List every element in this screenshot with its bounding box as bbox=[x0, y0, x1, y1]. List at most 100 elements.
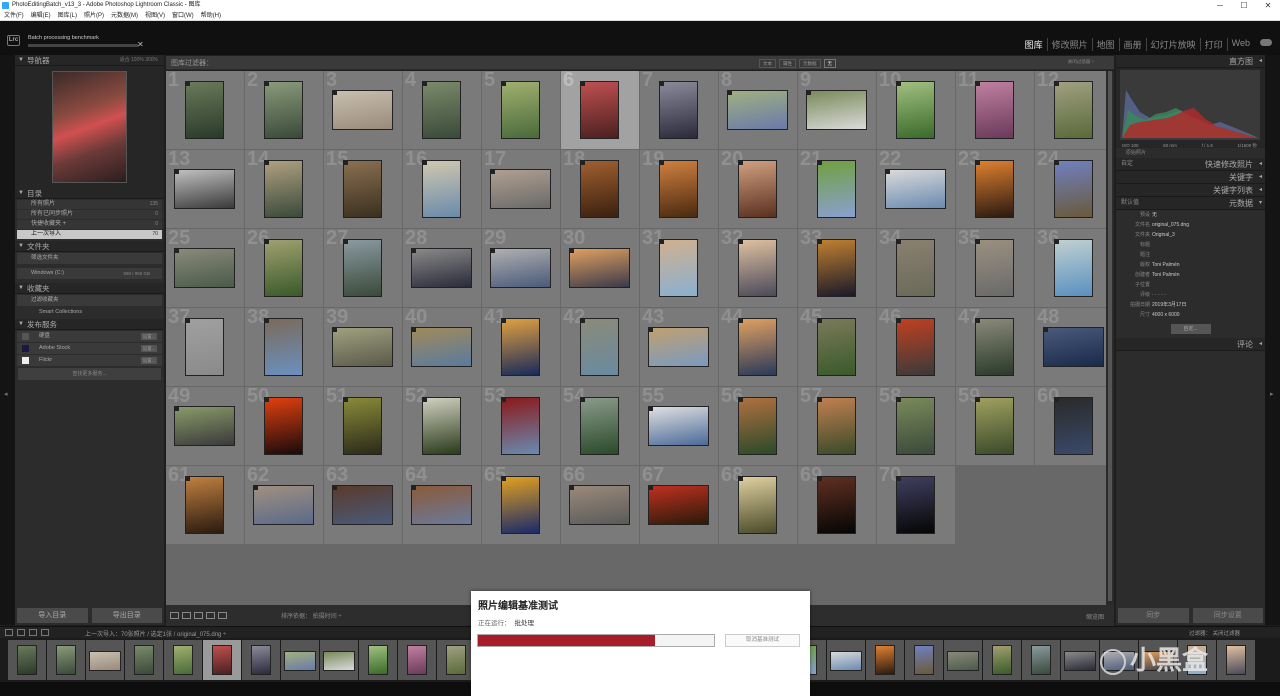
module-web[interactable]: Web bbox=[1228, 38, 1254, 51]
metadata-value[interactable]: · · · · · bbox=[1152, 292, 1166, 298]
histogram-header[interactable]: 直方图 ◂ bbox=[1116, 55, 1265, 68]
cloud-sync-icon[interactable] bbox=[1260, 39, 1272, 46]
filmstrip-source-info[interactable]: 上一次导入：70张照片 / 选定1张 / original_075.dng ÷ bbox=[85, 629, 226, 638]
grid-cell[interactable]: 27 bbox=[324, 229, 402, 307]
folder-filter-input[interactable]: 筛选文件夹 bbox=[17, 253, 162, 264]
grid-cell[interactable]: 54 bbox=[561, 387, 639, 465]
photo-thumbnail[interactable] bbox=[501, 318, 540, 376]
collapse-left-icon[interactable]: ◂ bbox=[4, 390, 8, 398]
menu-photo[interactable]: 照片(P) bbox=[84, 11, 104, 20]
sync-button[interactable]: 同步 bbox=[1118, 608, 1189, 623]
comments-header[interactable]: 评论 ◂ bbox=[1116, 338, 1265, 351]
grid-cell[interactable]: 69 bbox=[798, 466, 876, 544]
filmstrip-cell[interactable] bbox=[8, 640, 46, 680]
grid-cell[interactable]: 6 bbox=[561, 71, 639, 149]
setup-button[interactable]: 设置... bbox=[141, 333, 157, 340]
photo-thumbnail[interactable] bbox=[817, 476, 856, 534]
quick-develop-preset[interactable]: 自定 bbox=[1121, 158, 1133, 171]
photo-thumbnail[interactable] bbox=[727, 90, 788, 130]
grid-cell[interactable]: 68 bbox=[719, 466, 797, 544]
photo-thumbnail[interactable] bbox=[501, 476, 540, 534]
grid-cell[interactable]: 10 bbox=[877, 71, 955, 149]
grid-view-icon[interactable] bbox=[170, 612, 179, 619]
metadata-value[interactable]: 2019年3月17日 bbox=[1152, 302, 1186, 308]
photo-thumbnail[interactable] bbox=[648, 485, 709, 525]
filter-tab-none[interactable]: 无 bbox=[823, 59, 836, 68]
photo-thumbnail[interactable] bbox=[1054, 160, 1093, 218]
photo-thumbnail[interactable] bbox=[738, 160, 777, 218]
module-library[interactable]: 图库 bbox=[1021, 38, 1048, 51]
grid-cell[interactable]: 25 bbox=[166, 229, 244, 307]
photo-thumbnail[interactable] bbox=[411, 485, 472, 525]
photo-thumbnail[interactable] bbox=[501, 81, 540, 139]
photo-thumbnail[interactable] bbox=[1054, 239, 1093, 297]
photo-thumbnail[interactable] bbox=[885, 169, 946, 209]
photo-thumbnail[interactable] bbox=[174, 248, 235, 288]
menu-window[interactable]: 窗口(W) bbox=[172, 11, 194, 20]
grid-cell[interactable]: 47 bbox=[956, 308, 1034, 386]
collapse-triangle-icon[interactable]: ◂ bbox=[1259, 171, 1262, 184]
photo-thumbnail[interactable] bbox=[422, 160, 461, 218]
photo-thumbnail[interactable] bbox=[174, 406, 235, 446]
photo-thumbnail[interactable] bbox=[253, 485, 314, 525]
grid-cell[interactable]: 66 bbox=[561, 466, 639, 544]
filmstrip-thumbnail[interactable] bbox=[992, 645, 1012, 675]
filmstrip-cell[interactable] bbox=[125, 640, 163, 680]
photo-thumbnail[interactable] bbox=[332, 327, 393, 367]
close-window-button[interactable]: ✕ bbox=[1256, 0, 1280, 11]
photo-thumbnail[interactable] bbox=[806, 90, 867, 130]
collapse-triangle-icon[interactable]: ▼ bbox=[18, 188, 24, 199]
sync-settings-button[interactable]: 同步设置 bbox=[1192, 608, 1263, 623]
grid-cell[interactable]: 9 bbox=[798, 71, 876, 149]
grid-cell[interactable]: 26 bbox=[245, 229, 323, 307]
photo-thumbnail[interactable] bbox=[580, 81, 619, 139]
grid-cell[interactable]: 30 bbox=[561, 229, 639, 307]
grid-cell[interactable]: 51 bbox=[324, 387, 402, 465]
grid-cell[interactable]: 17 bbox=[482, 150, 560, 228]
secondary-window-icon[interactable] bbox=[5, 629, 13, 636]
metadata-value[interactable]: Toni Palmén bbox=[1152, 272, 1180, 278]
photo-thumbnail[interactable] bbox=[332, 485, 393, 525]
grid-cell[interactable]: 52 bbox=[403, 387, 481, 465]
grid-cell[interactable]: 5 bbox=[482, 71, 560, 149]
photo-thumbnail[interactable] bbox=[975, 318, 1014, 376]
grid-cell[interactable]: 58 bbox=[877, 387, 955, 465]
menu-file[interactable]: 文件(F) bbox=[4, 11, 24, 20]
grid-cell[interactable]: 22 bbox=[877, 150, 955, 228]
metadata-value[interactable]: original_075.dng bbox=[1152, 222, 1189, 228]
grid-cell[interactable]: 48 bbox=[1035, 308, 1113, 386]
collapse-triangle-icon[interactable]: ▾ bbox=[1259, 197, 1262, 210]
filmstrip-thumbnail[interactable] bbox=[17, 645, 37, 675]
smart-collections[interactable]: Smart Collections bbox=[17, 307, 162, 318]
grid-cell[interactable]: 7 bbox=[640, 71, 718, 149]
grid-cell[interactable]: 1 bbox=[166, 71, 244, 149]
photo-thumbnail[interactable] bbox=[264, 318, 303, 376]
photo-thumbnail[interactable] bbox=[659, 160, 698, 218]
filmstrip-thumbnail[interactable] bbox=[284, 651, 316, 671]
photo-thumbnail[interactable] bbox=[264, 239, 303, 297]
grid-cell[interactable]: 29 bbox=[482, 229, 560, 307]
grid-cell[interactable]: 46 bbox=[877, 308, 955, 386]
grid-cell[interactable]: 23 bbox=[956, 150, 1034, 228]
publish-hard-drive[interactable]: 硬盘 设置... bbox=[17, 331, 162, 342]
grid-cell[interactable]: 33 bbox=[798, 229, 876, 307]
photo-thumbnail[interactable] bbox=[185, 476, 224, 534]
photo-thumbnail[interactable] bbox=[975, 81, 1014, 139]
grid-cell[interactable]: 3 bbox=[324, 71, 402, 149]
photo-thumbnail[interactable] bbox=[343, 397, 382, 455]
photo-thumbnail[interactable] bbox=[738, 476, 777, 534]
grid-cell[interactable]: 61 bbox=[166, 466, 244, 544]
grid-cell[interactable]: 53 bbox=[482, 387, 560, 465]
grid-cell[interactable]: 50 bbox=[245, 387, 323, 465]
module-slideshow[interactable]: 幻灯片放映 bbox=[1147, 38, 1201, 51]
back-arrow-icon[interactable] bbox=[29, 629, 37, 636]
filter-preset-select[interactable]: 关闭过滤器 ÷ bbox=[1068, 59, 1094, 65]
grid-cell[interactable]: 36 bbox=[1035, 229, 1113, 307]
filmstrip-thumbnail[interactable] bbox=[89, 651, 121, 671]
filmstrip-thumbnail[interactable] bbox=[251, 645, 271, 675]
photo-thumbnail[interactable] bbox=[264, 160, 303, 218]
grid-cell[interactable]: 63 bbox=[324, 466, 402, 544]
people-view-icon[interactable] bbox=[218, 612, 227, 619]
filmstrip-filter[interactable]: 过滤器： 关闭过滤器 bbox=[1189, 629, 1240, 637]
collapse-triangle-icon[interactable]: ▼ bbox=[18, 241, 24, 252]
